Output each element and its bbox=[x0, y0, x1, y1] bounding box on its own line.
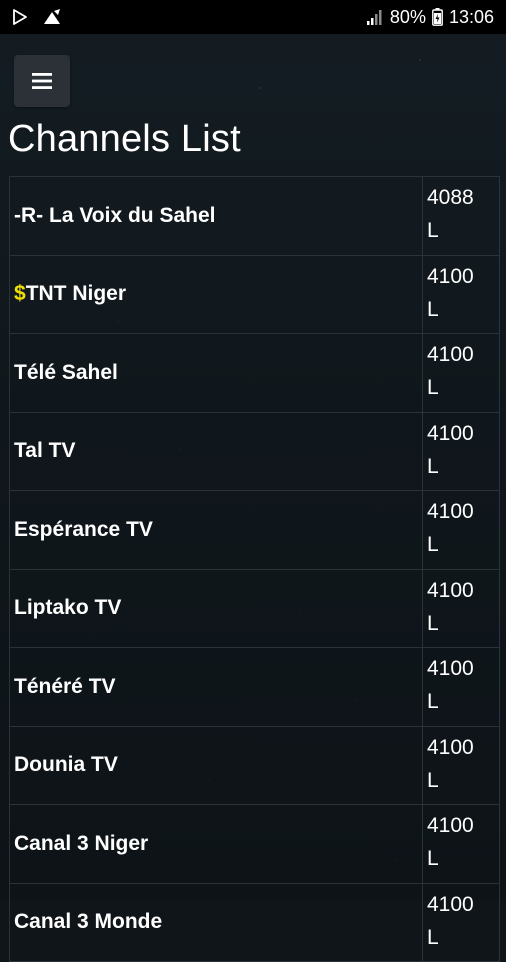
channel-frequency-cell: 4100 L bbox=[422, 333, 500, 413]
channel-frequency: 4100 bbox=[427, 657, 474, 680]
channel-row[interactable]: Liptako TV 4100 L bbox=[9, 568, 500, 648]
channel-polarization: L bbox=[427, 847, 439, 870]
status-bar: 80% 13:06 bbox=[0, 0, 506, 34]
channel-frequency-cell: 4100 L bbox=[422, 647, 500, 727]
channel-name-cell[interactable]: -R- La Voix du Sahel bbox=[9, 176, 423, 256]
channel-name: Ténéré TV bbox=[14, 674, 116, 698]
channel-frequency: 4100 bbox=[427, 264, 474, 288]
channel-name-cell[interactable]: Espérance TV bbox=[9, 490, 423, 570]
channel-polarization: L bbox=[427, 611, 439, 635]
channel-frequency: 4100 bbox=[427, 500, 474, 523]
channel-polarization: L bbox=[427, 454, 439, 478]
channel-row[interactable]: Tal TV 4100 L bbox=[9, 411, 500, 491]
channel-name-cell[interactable]: Liptako TV bbox=[9, 568, 423, 648]
channel-name-cell[interactable]: Télé Sahel bbox=[9, 333, 423, 413]
channel-polarization: L bbox=[427, 376, 439, 399]
hamburger-menu-icon bbox=[32, 73, 52, 89]
channel-frequency: 4100 bbox=[427, 735, 474, 759]
channel-frequency-cell: 4088 L bbox=[422, 176, 500, 256]
channel-polarization: L bbox=[427, 533, 439, 556]
channel-polarization: L bbox=[427, 219, 439, 242]
channel-name-cell[interactable]: $TNT Niger bbox=[9, 254, 423, 334]
channel-frequency: 4100 bbox=[427, 578, 474, 602]
channel-name-cell[interactable]: Tal TV bbox=[9, 411, 423, 491]
channel-row[interactable]: Dounia TV 4100 L bbox=[9, 725, 500, 805]
channel-name: Liptako TV bbox=[14, 596, 122, 620]
channel-name-cell[interactable]: Canal 3 Monde bbox=[9, 882, 423, 962]
channel-polarization: L bbox=[427, 768, 439, 792]
channel-name-cell[interactable]: Dounia TV bbox=[9, 725, 423, 805]
channel-name: -R- La Voix du Sahel bbox=[14, 203, 216, 227]
channel-frequency: 4100 bbox=[427, 343, 474, 366]
channel-polarization: L bbox=[427, 925, 439, 949]
channel-row[interactable]: Ténéré TV 4100 L bbox=[9, 647, 500, 727]
channel-row[interactable]: Canal 3 Niger 4100 L bbox=[9, 804, 500, 884]
channel-polarization: L bbox=[427, 297, 439, 321]
channel-frequency: 4100 bbox=[427, 421, 474, 445]
channel-name: Canal 3 Niger bbox=[14, 831, 149, 855]
battery-percent: 80% bbox=[389, 7, 426, 27]
channel-frequency: 4100 bbox=[427, 814, 474, 837]
play-store-icon bbox=[12, 9, 28, 25]
channel-frequency: 4088 bbox=[427, 186, 474, 209]
channels-table: -R- La Voix du Sahel 4088 L $TNT Niger 4… bbox=[9, 176, 500, 962]
channel-row[interactable]: $TNT Niger 4100 L bbox=[9, 254, 500, 334]
channel-name-cell[interactable]: Ténéré TV bbox=[9, 647, 423, 727]
channel-name-cell[interactable]: Canal 3 Niger bbox=[9, 804, 423, 884]
channel-frequency-cell: 4100 L bbox=[422, 804, 500, 884]
channel-name: TNT Niger bbox=[25, 282, 127, 306]
channel-frequency-cell: 4100 L bbox=[422, 725, 500, 805]
channel-polarization: L bbox=[427, 690, 439, 713]
battery-icon bbox=[432, 8, 443, 26]
channel-frequency-cell: 4100 L bbox=[422, 882, 500, 962]
channel-row[interactable]: Télé Sahel 4100 L bbox=[9, 333, 500, 413]
channel-name: Dounia TV bbox=[14, 753, 118, 777]
status-bar-right: 80% 13:06 bbox=[366, 0, 494, 34]
channel-row[interactable]: -R- La Voix du Sahel 4088 L bbox=[9, 176, 500, 256]
channel-name: Espérance TV bbox=[14, 517, 153, 541]
app-notification-icon bbox=[42, 9, 62, 25]
channel-row[interactable]: Canal 3 Monde 4100 L bbox=[9, 882, 500, 962]
channel-row[interactable]: Espérance TV 4100 L bbox=[9, 490, 500, 570]
channel-frequency-cell: 4100 L bbox=[422, 411, 500, 491]
paid-channel-marker: $ bbox=[14, 282, 26, 306]
channel-frequency: 4100 bbox=[427, 892, 474, 916]
channel-name: Tal TV bbox=[14, 439, 76, 463]
menu-button[interactable] bbox=[14, 55, 70, 107]
signal-icon bbox=[366, 9, 384, 25]
channel-name: Télé Sahel bbox=[14, 360, 118, 384]
page-title: Channels List bbox=[8, 118, 241, 160]
channel-name: Canal 3 Monde bbox=[14, 910, 163, 934]
clock: 13:06 bbox=[448, 7, 494, 27]
channel-frequency-cell: 4100 L bbox=[422, 568, 500, 648]
status-bar-left bbox=[12, 0, 62, 34]
channel-frequency-cell: 4100 L bbox=[422, 490, 500, 570]
channel-frequency-cell: 4100 L bbox=[422, 254, 500, 334]
